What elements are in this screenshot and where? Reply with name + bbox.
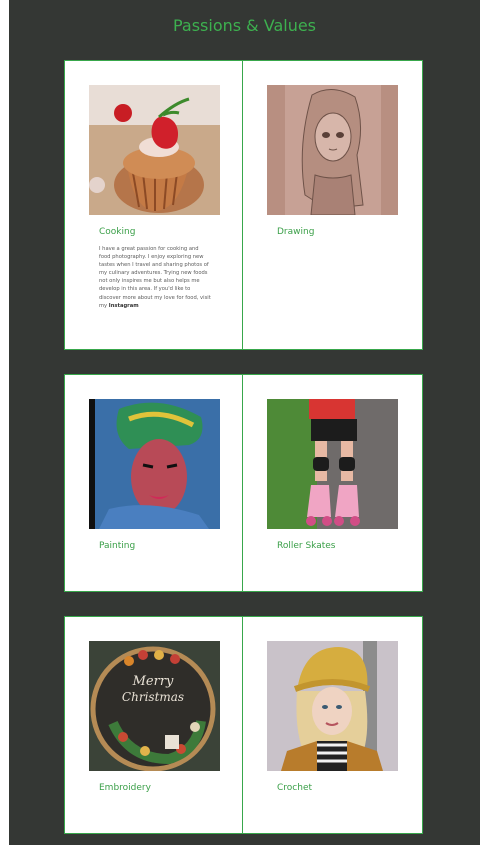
card-title-embroidery: Embroidery	[99, 783, 151, 793]
cooking-image	[89, 85, 220, 215]
card-description-cooking: I have a great passion for cooking and f…	[99, 245, 211, 310]
card-title-painting: Painting	[99, 541, 136, 551]
card-title-cooking: Cooking	[99, 227, 136, 237]
cards-row-1: Cooking I have a great passion for cooki…	[64, 60, 424, 350]
card-roller-skates: Roller Skates	[242, 374, 423, 592]
painting-image	[89, 399, 220, 529]
card-drawing: Drawing	[242, 60, 423, 350]
card-title-drawing: Drawing	[277, 227, 315, 237]
instagram-link[interactable]: Instagram	[109, 303, 139, 309]
drawing-image	[267, 85, 398, 215]
crochet-image	[267, 641, 398, 771]
cards-row-3: Merry Christmas Embroidery Crochet	[64, 616, 424, 834]
card-embroidery: Merry Christmas Embroidery	[64, 616, 243, 834]
card-title-roller-skates: Roller Skates	[277, 541, 336, 551]
embroidery-image: Merry Christmas	[89, 641, 220, 771]
svg-text:Merry: Merry	[132, 674, 174, 689]
cards-row-2: Painting Roller Skates	[64, 374, 424, 592]
cooking-description-text: I have a great passion for cooking and f…	[99, 246, 211, 309]
card-crochet: Crochet	[242, 616, 423, 834]
section-title: Passions & Values	[172, 16, 317, 35]
card-painting: Painting	[64, 374, 243, 592]
card-cooking: Cooking I have a great passion for cooki…	[64, 60, 243, 350]
svg-text:Christmas: Christmas	[122, 690, 184, 704]
roller-skates-image	[267, 399, 398, 529]
passions-section: Passions & Values Cooking I have a great…	[9, 0, 480, 845]
card-title-crochet: Crochet	[277, 783, 313, 793]
